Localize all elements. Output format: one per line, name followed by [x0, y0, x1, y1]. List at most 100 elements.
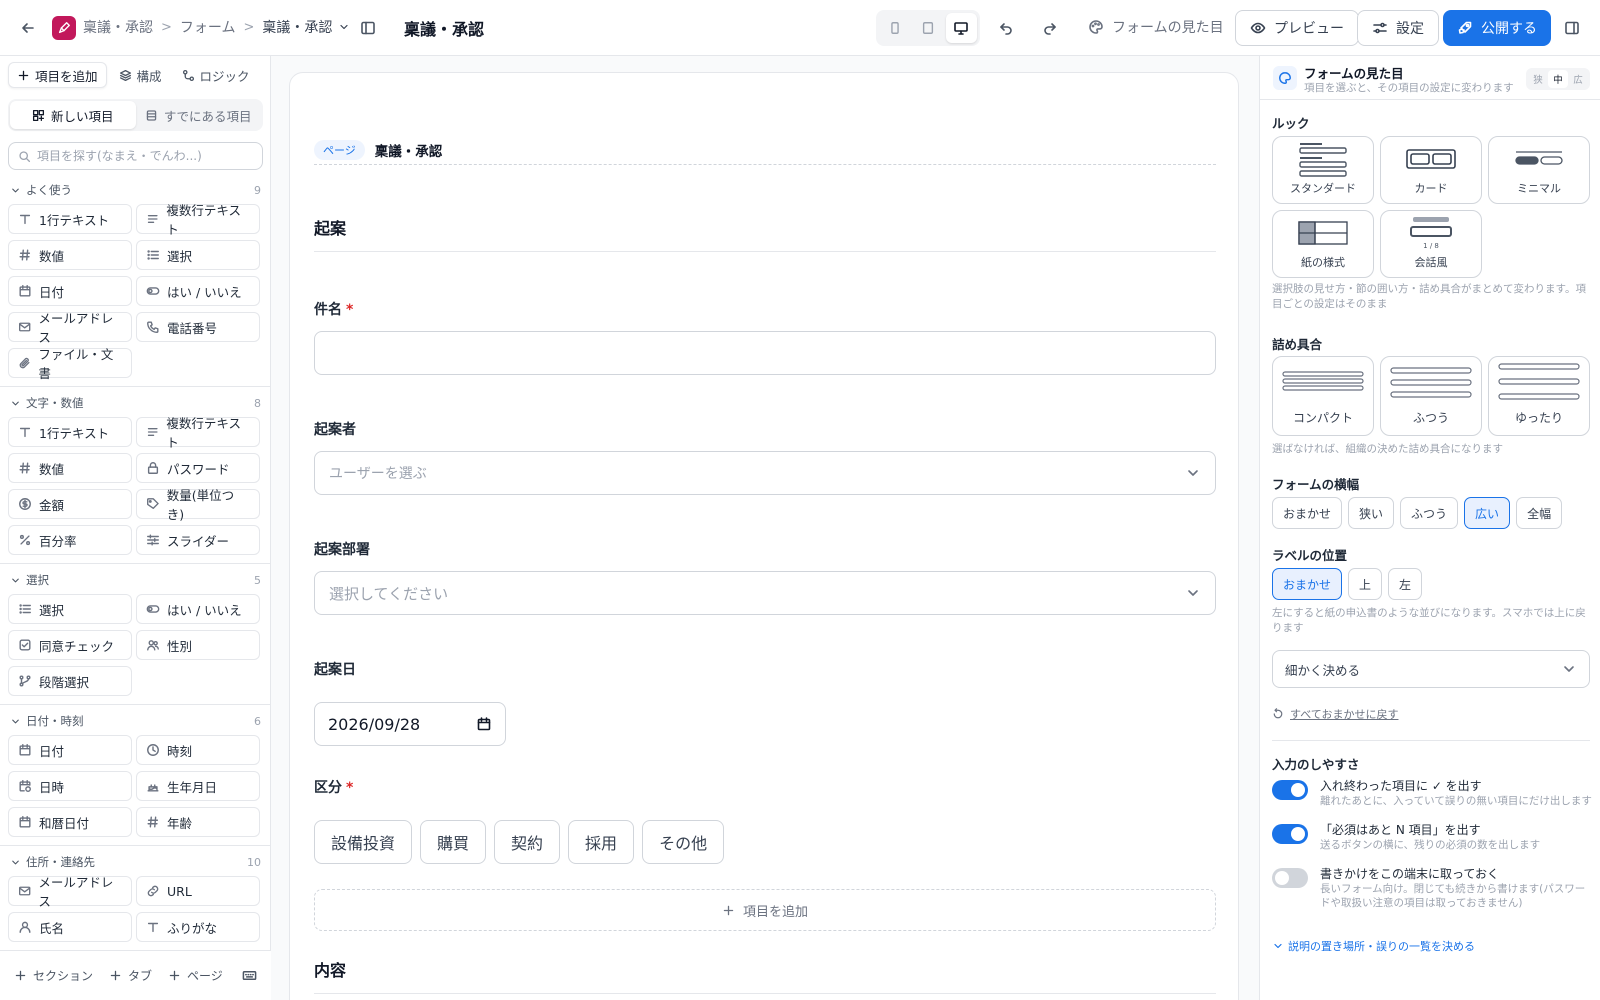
breadcrumb-current[interactable]: 稟議・承認	[262, 17, 350, 37]
label-pos-left[interactable]: 左	[1388, 568, 1423, 600]
palette-item[interactable]: 数値	[8, 453, 132, 483]
palette-item[interactable]: ふりがな	[136, 912, 260, 942]
add-tab-button[interactable]: タブ	[109, 967, 152, 984]
reset-all-link[interactable]: すべておまかせに戻す	[1272, 706, 1398, 722]
palette-item[interactable]: 複数行テキスト	[136, 203, 260, 237]
size-option-narrow[interactable]: 狭	[1528, 70, 1548, 88]
preview-button[interactable]: プレビュー	[1235, 10, 1359, 46]
look-minimal[interactable]: ミニマル	[1488, 136, 1590, 204]
category-option[interactable]: 契約	[494, 820, 561, 864]
width-option-wide[interactable]: 広い	[1464, 497, 1511, 529]
search-input[interactable]	[37, 149, 252, 163]
palette-item[interactable]: URL	[136, 876, 260, 906]
tablet-device-icon[interactable]	[912, 13, 943, 43]
palette-item[interactable]: 同意チェック	[8, 630, 132, 660]
width-option-normal[interactable]: ふつう	[1400, 497, 1459, 529]
field-label-category[interactable]: 区分 *	[314, 777, 353, 797]
category-option[interactable]: 購買	[420, 820, 487, 864]
appearance-button[interactable]: フォームの見た目	[1088, 17, 1224, 37]
breadcrumb-item-0[interactable]: 稟議・承認	[83, 17, 153, 37]
category-header[interactable]: よく使う 9	[0, 178, 271, 202]
palette-item[interactable]: 選択	[8, 594, 132, 624]
palette-item[interactable]: 金額	[8, 489, 132, 519]
look-standard[interactable]: スタンダード	[1272, 136, 1374, 204]
required-count-toggle[interactable]	[1272, 824, 1308, 844]
category-option[interactable]: 採用	[568, 820, 635, 864]
palette-item[interactable]: 数値	[8, 240, 132, 270]
palette-item[interactable]: 1行テキスト	[8, 204, 132, 234]
field-label-subject[interactable]: 件名 *	[314, 299, 353, 319]
category-header[interactable]: 選択 5	[0, 568, 271, 592]
tab-add-item[interactable]: 項目を追加	[8, 62, 107, 88]
palette-item[interactable]: 年齢	[136, 807, 260, 837]
segment-new-items[interactable]: 新しい項目	[10, 101, 136, 129]
width-option-full[interactable]: 全幅	[1516, 497, 1563, 529]
field-label-date[interactable]: 起案日	[314, 659, 356, 679]
breadcrumb-item-1[interactable]: フォーム	[180, 17, 236, 37]
density-normal[interactable]: ふつう	[1380, 356, 1482, 436]
add-section-button[interactable]: セクション	[14, 967, 93, 984]
look-card[interactable]: カード	[1380, 136, 1482, 204]
palette-item[interactable]: 段階選択	[8, 666, 132, 696]
calendar-icon[interactable]	[476, 716, 492, 732]
palette-item[interactable]: 数量(単位つき)	[136, 488, 260, 522]
category-header[interactable]: 住所・連絡先 10	[0, 850, 271, 874]
palette-item[interactable]: 選択	[136, 240, 260, 270]
dept-select[interactable]: 選択してください	[314, 571, 1216, 615]
fine-tune-select[interactable]: 細かく決める	[1272, 650, 1590, 688]
palette-item[interactable]: 1行テキスト	[8, 417, 132, 447]
publish-button[interactable]: 公開する	[1443, 10, 1551, 46]
palette-item[interactable]: 日時	[8, 771, 132, 801]
look-paper-form[interactable]: 紙の様式	[1272, 210, 1374, 278]
palette-item[interactable]: 複数行テキスト	[136, 416, 260, 450]
palette-item[interactable]: 性別	[136, 630, 260, 660]
palette-item[interactable]: メールアドレス	[8, 875, 132, 909]
palette-item[interactable]: スライダー	[136, 525, 260, 555]
expand-error-settings-link[interactable]: 説明の置き場所・誤りの一覧を決める	[1272, 938, 1475, 954]
palette-item[interactable]: 百分率	[8, 525, 132, 555]
date-input[interactable]: 2026/09/28	[314, 702, 506, 746]
add-page-button[interactable]: ページ	[168, 967, 223, 984]
category-option[interactable]: 設備投資	[314, 820, 413, 864]
field-label-dept[interactable]: 起案部署	[314, 539, 370, 559]
settings-button[interactable]: 設定	[1357, 10, 1439, 46]
palette-item[interactable]: ファイル・文書	[8, 347, 132, 381]
section-title-content[interactable]: 内容	[314, 957, 1216, 994]
undo-icon[interactable]	[996, 18, 1016, 38]
palette-item[interactable]: 日付	[8, 735, 132, 765]
subject-input[interactable]	[314, 331, 1216, 375]
back-arrow-icon[interactable]	[18, 18, 38, 38]
checkmark-toggle[interactable]	[1272, 780, 1308, 800]
palette-item[interactable]: 日付	[8, 276, 132, 306]
mobile-device-icon[interactable]	[879, 13, 910, 43]
palette-item[interactable]: パスワード	[136, 453, 260, 483]
redo-icon[interactable]	[1040, 18, 1060, 38]
segment-existing-items[interactable]: すでにある項目	[136, 101, 262, 129]
palette-item[interactable]: はい / いいえ	[136, 594, 260, 624]
density-compact[interactable]: コンパクト	[1272, 356, 1374, 436]
sidebar-toggle-icon[interactable]	[358, 18, 378, 38]
width-option-auto[interactable]: おまかせ	[1272, 497, 1343, 529]
add-field-button[interactable]: 項目を追加	[314, 889, 1216, 931]
label-pos-auto[interactable]: おまかせ	[1272, 568, 1343, 600]
tab-structure[interactable]: 構成	[111, 62, 170, 88]
desktop-device-icon[interactable]	[945, 13, 977, 43]
size-option-medium[interactable]: 中	[1548, 70, 1568, 88]
category-header[interactable]: 文字・数値 8	[0, 391, 271, 415]
palette-item[interactable]: 電話番号	[136, 312, 260, 342]
look-conversational[interactable]: 1 / 8 会話風	[1380, 210, 1482, 278]
right-panel-toggle-icon[interactable]	[1562, 18, 1582, 38]
width-option-narrow[interactable]: 狭い	[1348, 497, 1395, 529]
section-title-draft[interactable]: 起案	[314, 215, 1216, 252]
keyboard-icon[interactable]	[242, 968, 257, 983]
label-pos-top[interactable]: 上	[1348, 568, 1383, 600]
author-select[interactable]: ユーザーを選ぶ	[314, 451, 1216, 495]
category-header[interactable]: 日付・時刻 6	[0, 709, 271, 733]
palette-item[interactable]: 生年月日	[136, 771, 260, 801]
page-header[interactable]: ページ 稟議・承認	[314, 135, 1216, 165]
palette-item[interactable]: 和暦日付	[8, 807, 132, 837]
palette-item[interactable]: 時刻	[136, 735, 260, 765]
palette-item[interactable]: メールアドレス	[8, 311, 132, 345]
field-label-author[interactable]: 起案者	[314, 419, 356, 439]
category-option[interactable]: その他	[642, 820, 725, 864]
